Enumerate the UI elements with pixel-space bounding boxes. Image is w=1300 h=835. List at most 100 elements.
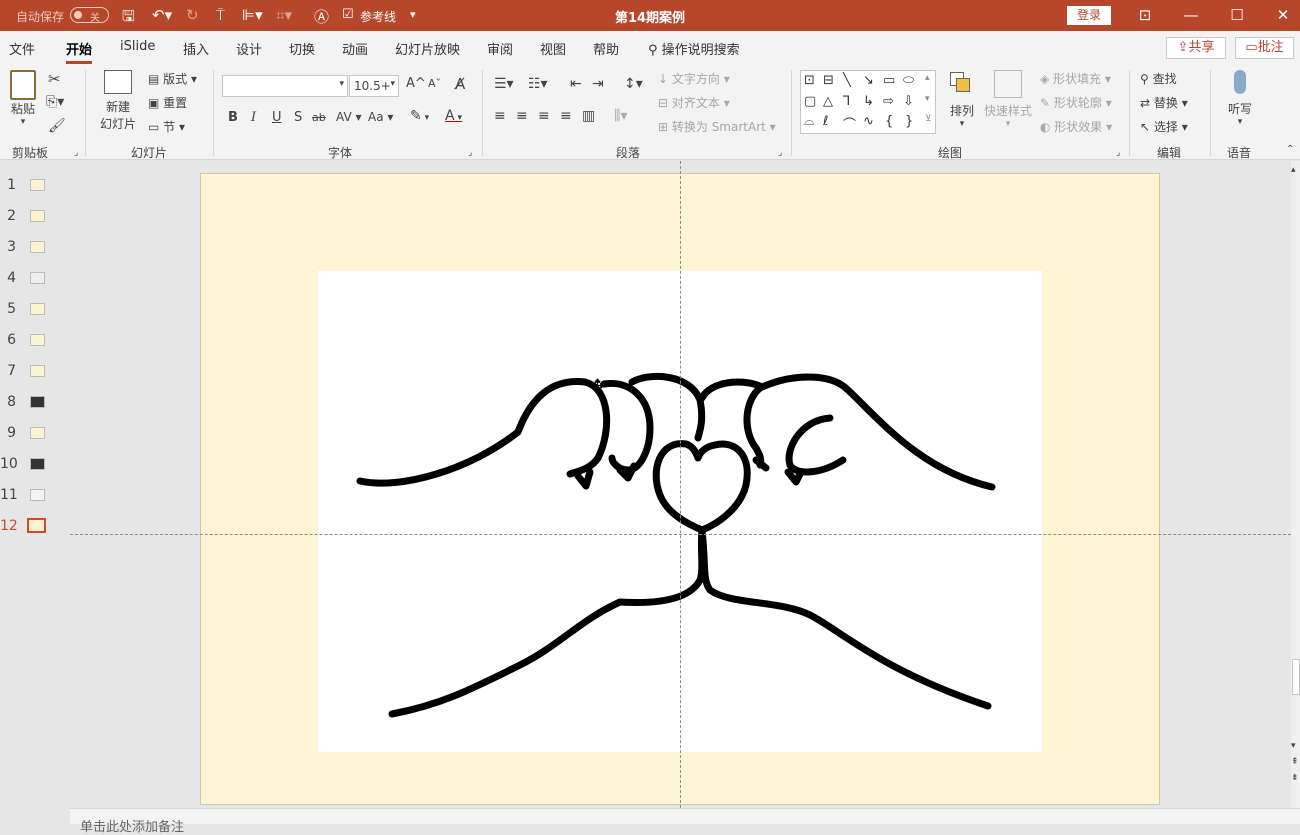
previous-slide-icon[interactable]: ⇞: [1291, 757, 1299, 767]
horizontal-guide[interactable]: [70, 534, 1291, 535]
tab-insert[interactable]: 插入: [183, 39, 209, 58]
next-slide-icon[interactable]: ⇟: [1291, 773, 1299, 783]
font-name-combo[interactable]: ▾: [222, 75, 348, 97]
text-direction-button[interactable]: ↓ 文字方向 ▾: [658, 70, 730, 87]
rectangle-shape-icon[interactable]: ▭: [883, 73, 895, 88]
grow-font-button[interactable]: A^: [406, 76, 426, 91]
tab-islide[interactable]: iSlide: [120, 39, 155, 54]
minimize-icon[interactable]: —: [1180, 4, 1202, 26]
line-shape-icon[interactable]: ╲: [843, 73, 851, 88]
collapse-ribbon-icon[interactable]: ⌃: [1286, 144, 1294, 155]
oval-shape-icon[interactable]: ⬭: [903, 73, 914, 88]
right-brace-shape-icon[interactable]: }: [905, 114, 913, 129]
slide-thumbnail-7[interactable]: 7: [0, 363, 60, 383]
columns-icon[interactable]: ⫼▾: [614, 108, 627, 124]
slide-thumbnail-2[interactable]: 2: [0, 208, 60, 228]
shapes-gallery[interactable]: ⊡ ⊟ ╲ ↘ ▭ ⬭ ▢ △ ⅂ ↳ ⇨ ⇩ ⌓ ℓ ⌒ ∿ { } ▴ ▾ …: [800, 70, 936, 134]
arrange-button[interactable]: 排列 ▾: [944, 70, 980, 129]
smartart-button[interactable]: ⊞ 转换为 SmartArt ▾: [658, 118, 776, 135]
layout-button[interactable]: ▤ 版式 ▾: [148, 70, 197, 87]
gallery-up-icon[interactable]: ▴: [925, 73, 930, 83]
left-brace-shape-icon[interactable]: {: [885, 114, 893, 129]
line-spacing-icon[interactable]: ↕▾: [624, 76, 643, 92]
increase-indent-icon[interactable]: ⇥: [592, 76, 604, 92]
textbox-shape-icon[interactable]: ⊡: [804, 73, 815, 88]
scroll-down-icon[interactable]: ▾: [1291, 741, 1296, 751]
tab-help[interactable]: 帮助: [593, 39, 619, 58]
down-arrow-shape-icon[interactable]: ⇩: [903, 94, 914, 109]
font-launcher-icon[interactable]: ⌟: [468, 148, 472, 158]
shape-outline-button[interactable]: ✎ 形状轮廓 ▾: [1040, 94, 1112, 111]
gallery-more-icon[interactable]: ⊻: [925, 114, 932, 124]
scribble-shape-icon[interactable]: ℓ: [823, 114, 828, 129]
drawing-launcher-icon[interactable]: ⌟: [1116, 148, 1120, 158]
login-button[interactable]: 登录: [1067, 6, 1111, 25]
format-painter-brush-icon[interactable]: 🖌: [48, 118, 66, 134]
quick-styles-button[interactable]: 快速样式 ▾: [982, 70, 1034, 129]
vertical-scrollbar[interactable]: ▴ ▾ ⇞ ⇟: [1291, 161, 1300, 808]
vertical-guide[interactable]: [680, 161, 681, 808]
share-button[interactable]: ⇪共享: [1166, 37, 1226, 59]
section-button[interactable]: ▭ 节 ▾: [148, 118, 185, 135]
slide-thumbnail-4[interactable]: 4: [0, 270, 60, 290]
align-center-icon[interactable]: ≡: [516, 108, 528, 124]
shape-fill-button[interactable]: ◈ 形状填充 ▾: [1040, 70, 1111, 87]
gallery-down-icon[interactable]: ▾: [925, 94, 930, 104]
vertical-textbox-shape-icon[interactable]: ⊟: [823, 73, 834, 88]
freeform-shape-icon[interactable]: ⌓: [804, 114, 814, 129]
justify-icon[interactable]: ≡: [560, 108, 572, 124]
curve-shape-icon[interactable]: ∿: [863, 114, 874, 129]
maximize-icon[interactable]: ☐: [1226, 4, 1248, 26]
bold-button[interactable]: B: [228, 110, 238, 125]
char-spacing-button[interactable]: AV ▾: [336, 110, 362, 124]
reset-button[interactable]: ▣ 重置: [148, 94, 187, 111]
font-size-combo[interactable]: 10.5+ ▾: [349, 75, 399, 97]
align-right-icon[interactable]: ≡: [538, 108, 550, 124]
tab-review[interactable]: 审阅: [487, 39, 513, 58]
tell-me-search[interactable]: ⚲ 操作说明搜索: [648, 39, 740, 58]
tab-design[interactable]: 设计: [236, 39, 262, 58]
slide-thumbnail-5[interactable]: 5: [0, 301, 60, 321]
font-color-icon[interactable]: A ▾: [445, 108, 462, 124]
numbering-icon[interactable]: ☷▾: [528, 76, 548, 92]
slide-thumbnail-1[interactable]: 1: [0, 177, 60, 197]
copy-icon[interactable]: ⎘▾: [46, 94, 64, 110]
arc-shape-icon[interactable]: ⌒: [843, 114, 856, 133]
distributed-icon[interactable]: ▥: [582, 108, 595, 124]
slide-thumbnail-6[interactable]: 6: [0, 332, 60, 352]
triangle-shape-icon[interactable]: △: [823, 94, 833, 109]
strikethrough-button[interactable]: ab: [312, 111, 326, 124]
slide-thumbnail-11[interactable]: 11: [0, 487, 60, 507]
clear-format-icon[interactable]: A̸: [455, 75, 465, 93]
slide-thumbnail-10[interactable]: 10: [0, 456, 60, 476]
tab-view[interactable]: 视图: [540, 39, 566, 58]
ribbon-display-icon[interactable]: ⊡: [1134, 4, 1156, 26]
paste-button[interactable]: 粘贴 ▾: [8, 70, 38, 127]
tab-slideshow[interactable]: 幻灯片放映: [395, 39, 460, 58]
rounded-rect-shape-icon[interactable]: ▢: [804, 94, 816, 109]
slide-thumbnail-12[interactable]: 12: [0, 518, 60, 538]
align-text-button[interactable]: ⊟ 对齐文本 ▾: [658, 94, 730, 111]
paragraph-launcher-icon[interactable]: ⌟: [778, 148, 782, 158]
tab-transitions[interactable]: 切换: [289, 39, 315, 58]
arrow-line-shape-icon[interactable]: ↘: [863, 73, 874, 88]
underline-button[interactable]: U: [272, 110, 282, 125]
italic-button[interactable]: I: [251, 110, 256, 125]
tab-home[interactable]: 开始: [66, 39, 93, 64]
dictate-button[interactable]: 听写 ▾: [1222, 70, 1258, 127]
clipboard-launcher-icon[interactable]: ⌟: [74, 148, 78, 158]
tab-file[interactable]: 文件: [9, 39, 35, 58]
shape-effects-button[interactable]: ◐ 形状效果 ▾: [1040, 118, 1112, 135]
align-left-icon[interactable]: ≡: [494, 108, 506, 124]
scroll-up-icon[interactable]: ▴: [1291, 165, 1296, 175]
close-icon[interactable]: ✕: [1272, 4, 1294, 26]
change-case-button[interactable]: Aa ▾: [368, 110, 393, 124]
elbow-connector-shape-icon[interactable]: ⅂: [843, 94, 850, 109]
highlight-icon[interactable]: ✎ ▾: [410, 108, 429, 124]
shadow-button[interactable]: S: [294, 110, 302, 125]
right-arrow-shape-icon[interactable]: ⇨: [883, 94, 894, 109]
notes-pane[interactable]: 单击此处添加备注: [70, 808, 1300, 835]
new-slide-button[interactable]: 新建 幻灯片: [95, 70, 141, 132]
find-button[interactable]: ⚲ 查找: [1140, 70, 1177, 87]
decrease-indent-icon[interactable]: ⇤: [570, 76, 582, 92]
